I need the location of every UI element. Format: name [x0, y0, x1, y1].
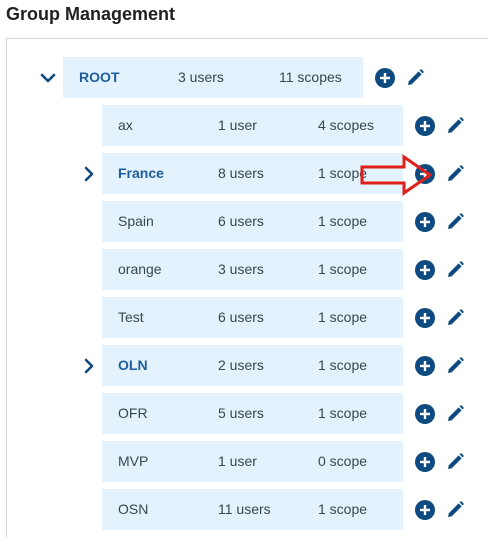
group-name-link[interactable]: France — [118, 153, 164, 194]
add-subgroup-button[interactable] — [414, 211, 436, 233]
user-count: 6 users — [218, 213, 264, 229]
scope-count: 1 scope — [318, 357, 368, 373]
edit-group-button[interactable] — [404, 67, 426, 89]
group-name-link[interactable]: OLN — [118, 345, 148, 386]
add-subgroup-button[interactable] — [374, 67, 396, 89]
group-name: Spain — [118, 213, 154, 229]
tree-row: MVP 1 user 0 scope — [102, 441, 403, 482]
add-subgroup-button[interactable] — [414, 163, 436, 185]
user-count: 2 users — [218, 357, 264, 373]
user-count: 11 users — [218, 501, 271, 517]
chevron-right-icon[interactable] — [80, 357, 98, 375]
edit-group-button[interactable] — [444, 211, 466, 233]
page-title: Group Management — [6, 4, 176, 24]
tree-row: Test 6 users 1 scope — [102, 297, 403, 338]
edit-group-button[interactable] — [444, 355, 466, 377]
tree-row: orange 3 users 1 scope — [102, 249, 403, 290]
edit-group-button[interactable] — [444, 259, 466, 281]
edit-group-button[interactable] — [444, 403, 466, 425]
scope-count: 11 scopes — [279, 69, 342, 85]
add-subgroup-button[interactable] — [414, 403, 436, 425]
user-count: 5 users — [218, 405, 264, 421]
group-name: Test — [118, 309, 144, 325]
scope-count: 1 scope — [318, 501, 368, 517]
scope-count: 1 scope — [318, 309, 368, 325]
user-count: 3 users — [218, 261, 264, 277]
group-name: ax — [118, 117, 133, 133]
group-name: OFR — [118, 405, 148, 421]
chevron-right-icon[interactable] — [80, 165, 98, 183]
add-subgroup-button[interactable] — [414, 355, 436, 377]
add-subgroup-button[interactable] — [414, 499, 436, 521]
scope-count: 0 scope — [318, 453, 368, 469]
add-subgroup-button[interactable] — [414, 259, 436, 281]
scope-count: 1 scope — [318, 165, 368, 181]
group-name: OSN — [118, 501, 149, 517]
tree-row: OLN 2 users 1 scope — [102, 345, 403, 386]
group-name: orange — [118, 261, 162, 277]
chevron-down-icon[interactable] — [39, 69, 57, 87]
user-count: 6 users — [218, 309, 264, 325]
scope-count: 1 scope — [318, 261, 368, 277]
group-name: MVP — [118, 453, 149, 469]
group-name-link[interactable]: ROOT — [79, 57, 119, 98]
scope-count: 1 scope — [318, 213, 368, 229]
tree-row: Spain 6 users 1 scope — [102, 201, 403, 242]
tree-row: France 8 users 1 scope — [102, 153, 403, 194]
edit-group-button[interactable] — [444, 115, 466, 137]
user-count: 8 users — [218, 165, 264, 181]
scope-count: 4 scopes — [318, 117, 375, 133]
add-subgroup-button[interactable] — [414, 115, 436, 137]
user-count: 1 user — [218, 453, 257, 469]
user-count: 1 user — [218, 117, 257, 133]
edit-group-button[interactable] — [444, 163, 466, 185]
scope-count: 1 scope — [318, 405, 368, 421]
user-count: 3 users — [178, 69, 224, 85]
add-subgroup-button[interactable] — [414, 451, 436, 473]
edit-group-button[interactable] — [444, 451, 466, 473]
edit-group-button[interactable] — [444, 307, 466, 329]
add-subgroup-button[interactable] — [414, 307, 436, 329]
tree-row: OFR 5 users 1 scope — [102, 393, 403, 434]
tree-row-root: ROOT 3 users 11 scopes — [63, 57, 363, 98]
tree-row: ax 1 user 4 scopes — [102, 105, 403, 146]
edit-group-button[interactable] — [444, 499, 466, 521]
tree-row: OSN 11 users 1 scope — [102, 489, 403, 530]
